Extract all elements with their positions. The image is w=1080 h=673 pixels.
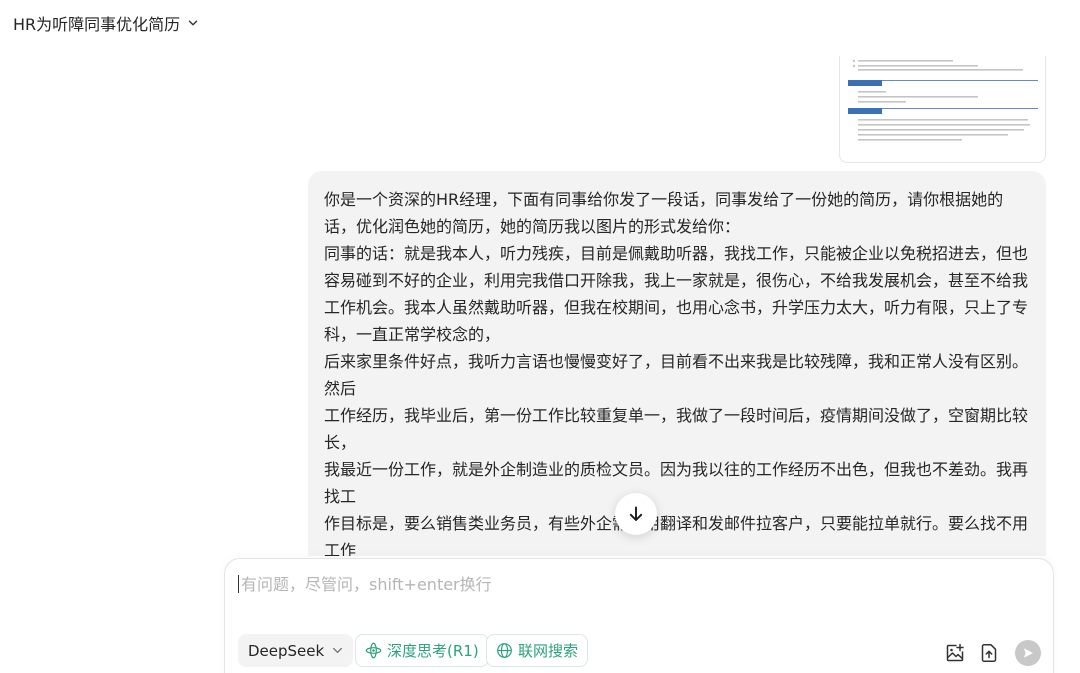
- message-line: 我最近一份工作，就是外企制造业的质检文员。因为我以往的工作经历不出色，但我也不差…: [324, 460, 1029, 506]
- model-selector-label: DeepSeek: [248, 641, 325, 660]
- send-button[interactable]: [1015, 640, 1041, 666]
- message-line: 工作经历，我毕业后，第一份工作比较重复单一，我做了一段时间后，疫情期间没做了，空…: [324, 406, 1029, 452]
- web-search-label: 联网搜索: [518, 642, 579, 660]
- chat-page: HR为听障同事优化简历 你是一个资深的HR经理，下面有同事给你发了一段话，同事发…: [0, 0, 1080, 673]
- deep-think-toggle[interactable]: 深度思考(R1): [355, 634, 489, 667]
- conversation-title-dropdown[interactable]: HR为听障同事优化简历: [13, 11, 198, 35]
- message-line: 你是一个资深的HR经理，下面有同事给你发了一段话，同事发给了一份她的简历，请你根…: [324, 190, 1004, 236]
- chevron-down-icon: [333, 647, 343, 654]
- globe-icon: [497, 643, 512, 658]
- attached-resume-image[interactable]: [839, 56, 1046, 163]
- deep-think-label: 深度思考(R1): [387, 642, 479, 660]
- send-icon: [1024, 648, 1033, 658]
- composer: DeepSeek 深度思考(R1): [224, 558, 1054, 673]
- web-search-toggle[interactable]: 联网搜索: [486, 634, 589, 667]
- add-image-button[interactable]: [944, 642, 966, 664]
- message-line: 后来家里条件好点，我听力言语也慢慢变好了，目前看不出来我是比较残障，我和正常人没…: [324, 352, 1029, 398]
- upload-icon: [981, 644, 997, 662]
- resume-thumbnail-graphic: [848, 59, 1038, 141]
- message-line: 作目标是，要么销售类业务员，有些外企需要用翻译和发邮件拉客户，只要能拉单就行。要…: [324, 514, 1029, 556]
- chevron-down-icon: [188, 20, 198, 26]
- text-caret: [238, 575, 239, 593]
- message-input[interactable]: [241, 569, 1021, 599]
- scroll-to-bottom-button[interactable]: [615, 493, 657, 535]
- arrow-down-icon: [629, 506, 643, 521]
- image-add-icon: [946, 643, 964, 662]
- model-selector[interactable]: DeepSeek: [238, 634, 354, 667]
- atom-icon: [365, 642, 382, 659]
- upload-file-button[interactable]: [978, 642, 1000, 664]
- user-message-bubble: 你是一个资深的HR经理，下面有同事给你发了一段话，同事发给了一份她的简历，请你根…: [308, 171, 1046, 556]
- conversation-title: HR为听障同事优化简历: [13, 15, 181, 34]
- message-line: 同事的话：就是我本人，听力残疾，目前是佩戴助听器，我找工作，只能被企业以免税招进…: [324, 244, 1029, 344]
